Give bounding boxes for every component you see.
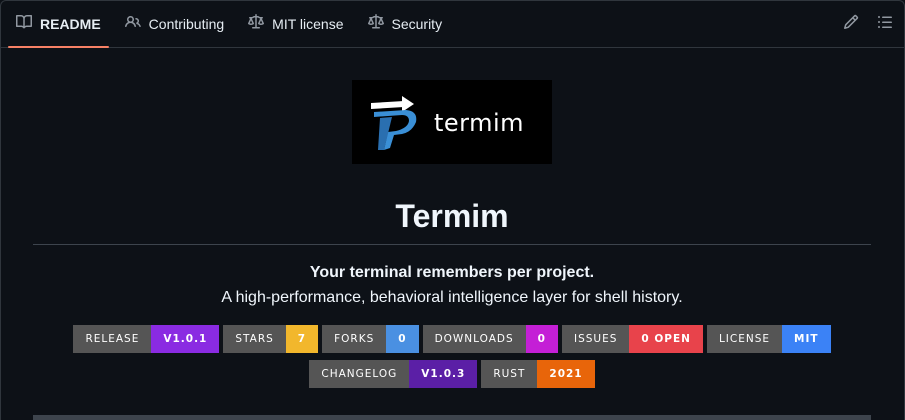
badge-key: DOWNLOADS [422,325,526,353]
people-icon [124,14,141,33]
tagline: Your terminal remembers per project. [309,264,595,281]
badge-stars[interactable]: STARS 7 [223,325,319,353]
law-icon [367,14,384,33]
badge-key: FORKS [322,325,387,353]
badge-release[interactable]: RELEASE V1.0.1 [73,325,220,353]
page-title: Termim [395,198,509,234]
logo-wordmark: termim [434,109,525,137]
termim-logo: termim [352,80,552,164]
badge-changelog[interactable]: CHANGELOG V1.0.3 [309,360,478,388]
badge-key: RELEASE [73,325,152,353]
tab-readme[interactable]: README [8,0,109,48]
badge-value: 0 OPEN [629,325,703,353]
tab-mit-license[interactable]: MIT license [240,0,351,47]
badge-key: STARS [223,325,286,353]
badge-row-2: CHANGELOG V1.0.3 RUST 2021 [33,360,871,388]
badge-key: ISSUES [561,325,630,353]
tab-readme-label: README [40,15,101,32]
description: A high-performance, behavioral intellige… [221,289,683,306]
badge-key: CHANGELOG [309,360,410,388]
law-icon [248,14,265,33]
badge-forks[interactable]: FORKS 0 [322,325,419,353]
tab-actions [843,0,893,48]
badge-issues[interactable]: ISSUES 0 OPEN [561,325,703,353]
badge-downloads[interactable]: DOWNLOADS 0 [422,325,558,353]
next-section-edge [33,415,871,420]
tab-contributing[interactable]: Contributing [117,0,233,47]
tab-security[interactable]: Security [360,0,451,47]
badge-rust[interactable]: RUST 2021 [481,360,595,388]
badge-key: LICENSE [706,325,783,353]
title-divider [33,244,871,245]
tab-security-label: Security [391,15,443,32]
badge-value: 0 [525,325,558,353]
badge-key: RUST [481,360,538,388]
tab-mit-license-label: MIT license [272,15,344,32]
termim-logo-mark [371,96,417,150]
badge-value: V1.0.3 [409,360,478,388]
pencil-icon[interactable] [843,14,859,35]
tab-contributing-label: Contributing [148,15,225,32]
readme-content: termim Termim Your terminal remembers pe… [33,48,871,420]
list-unordered-icon[interactable] [877,14,893,35]
readme-tab-bar: README Contributing MIT license Security [0,0,905,48]
badge-value: 7 [285,325,319,353]
badge-value: 0 [386,325,419,353]
badge-value: 2021 [537,360,595,388]
badge-license[interactable]: LICENSE MIT [706,325,831,353]
badge-value: V1.0.1 [151,325,220,353]
book-icon [16,14,33,33]
badge-value: MIT [782,325,831,353]
badge-row-1: RELEASE V1.0.1 STARS 7 FORKS 0 DOWNLOADS… [33,325,871,353]
